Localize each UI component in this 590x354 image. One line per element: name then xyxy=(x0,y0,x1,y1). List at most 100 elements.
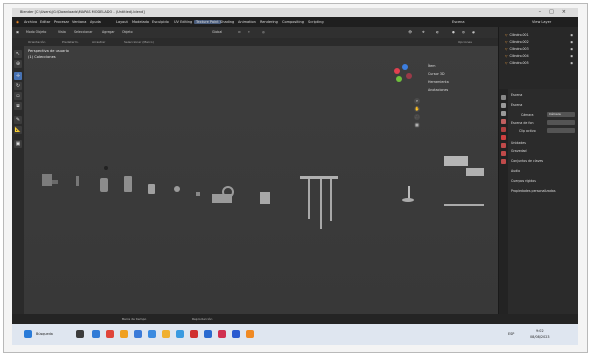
eye-icon[interactable]: ◉ xyxy=(570,61,573,65)
shading-material-icon[interactable]: ◍ xyxy=(462,30,465,34)
scene-tab-icon[interactable] xyxy=(501,119,506,124)
annotate-tool-icon[interactable]: ✎ xyxy=(14,116,22,124)
small-item-object[interactable] xyxy=(196,192,200,196)
menu-objeto[interactable]: Objeto xyxy=(122,30,133,34)
proportional-edit-icon[interactable]: ◎ xyxy=(262,30,265,34)
lens-object[interactable] xyxy=(222,186,234,198)
default-label[interactable]: Predeterm. xyxy=(62,40,79,44)
render-tab-icon[interactable] xyxy=(501,103,506,108)
editor-type-icon[interactable]: ▣ xyxy=(16,30,19,34)
outliner-row[interactable]: ▽ Cilindro.001 ◉ xyxy=(505,33,575,39)
tool-tab-icon[interactable] xyxy=(501,95,506,100)
small-part-object[interactable] xyxy=(52,180,58,184)
taskbar-search[interactable]: Búsqueda xyxy=(36,332,53,336)
store-icon[interactable] xyxy=(148,330,156,338)
constraints-tab-icon[interactable] xyxy=(501,151,506,156)
outliner-row[interactable]: ▽ Cilindro.003 ◉ xyxy=(505,47,575,53)
folder-icon[interactable] xyxy=(162,330,170,338)
cursor-tool-icon[interactable]: ⊕ xyxy=(14,60,22,68)
zoom-icon[interactable]: ⌕ xyxy=(414,98,420,104)
eye-icon[interactable]: ◉ xyxy=(570,54,573,58)
section-audio[interactable]: Audio xyxy=(511,169,520,173)
eye-icon[interactable]: ◉ xyxy=(570,47,573,51)
overlay-toggle-icon[interactable]: ◐ xyxy=(436,30,439,34)
transform-orientation[interactable]: Global xyxy=(212,30,222,34)
active-clip-field[interactable] xyxy=(547,128,575,133)
word-icon[interactable] xyxy=(204,330,212,338)
3d-viewport[interactable]: Perspectiva de usuario (1) Colecciones ⌕… xyxy=(24,46,498,314)
tray-time[interactable]: 9:02 xyxy=(536,329,544,333)
outliner-row[interactable]: ▽ Cilindro.004 ◉ xyxy=(505,54,575,60)
office-icon[interactable] xyxy=(190,330,198,338)
box-object[interactable] xyxy=(42,174,52,186)
transform-tool-icon[interactable]: ⧈ xyxy=(14,102,22,110)
rotate-tool-icon[interactable]: ↻ xyxy=(14,82,22,90)
gizmo-z-axis-icon[interactable] xyxy=(402,64,408,70)
window-controls[interactable]: –□× xyxy=(539,9,574,15)
menu-agregar[interactable]: Agregar xyxy=(102,30,115,34)
menu-seleccionar[interactable]: Seleccionar xyxy=(74,30,92,34)
teams-icon[interactable] xyxy=(232,330,240,338)
tab-scripting[interactable]: Scripting xyxy=(308,20,324,24)
tab-animation[interactable]: Animation xyxy=(238,20,256,24)
shading-solid-icon[interactable]: ● xyxy=(452,30,455,34)
section-keying-sets[interactable]: Conjuntos de claves xyxy=(511,159,543,163)
blender-taskbar-icon[interactable] xyxy=(246,330,254,338)
move-tool-icon[interactable]: ✛ xyxy=(14,72,22,80)
select-box-label[interactable]: Seleccionar (Marco) xyxy=(124,40,154,44)
add-cube-tool-icon[interactable]: ▣ xyxy=(14,140,22,148)
npanel-tab-item[interactable]: Ítem xyxy=(428,64,436,68)
chrome-icon[interactable] xyxy=(120,330,128,338)
gizmo-neg-x-icon[interactable] xyxy=(406,73,412,79)
section-rigid-body[interactable]: Cuerpos rígidos xyxy=(511,179,536,183)
output-tab-icon[interactable] xyxy=(501,111,506,116)
shading-render-icon[interactable]: ◕ xyxy=(472,30,475,34)
orientation-label[interactable]: Orientación xyxy=(28,40,45,44)
blender-logo-icon[interactable]: ◉ xyxy=(16,20,19,24)
bottle-object[interactable] xyxy=(124,176,132,192)
menu-ventana[interactable]: Ventana xyxy=(72,20,86,24)
mug-object[interactable] xyxy=(174,186,180,192)
tab-modelado[interactable]: Modelado xyxy=(132,20,149,24)
camera-view-icon[interactable]: 🎥 xyxy=(414,114,420,120)
tab-uv-editing[interactable]: UV Editing xyxy=(174,20,192,24)
app-red-icon[interactable] xyxy=(106,330,114,338)
lamp-base-object[interactable] xyxy=(402,198,414,202)
timeline-label[interactable]: Barra de tiempo xyxy=(122,317,146,321)
menu-procesar[interactable]: Procesar xyxy=(54,20,69,24)
outliner-row[interactable]: ▽ Cilindro.002 ◉ xyxy=(505,40,575,46)
physics-tab-icon[interactable] xyxy=(501,143,506,148)
background-scene-field[interactable] xyxy=(547,120,575,125)
sign-object[interactable] xyxy=(466,168,484,176)
gizmo-y-axis-icon[interactable] xyxy=(396,76,402,82)
section-units[interactable]: Unidades xyxy=(511,141,526,145)
tab-rendering[interactable]: Rendering xyxy=(260,20,278,24)
cube-object[interactable] xyxy=(260,192,270,204)
scene-selector[interactable]: Escena xyxy=(452,20,464,24)
menu-vista[interactable]: Vista xyxy=(58,30,66,34)
gizmo-x-axis-icon[interactable] xyxy=(394,68,400,74)
eye-icon[interactable]: ◉ xyxy=(570,40,573,44)
pan-hand-icon[interactable]: ✋ xyxy=(414,106,420,112)
snap-icon[interactable]: ⌖ xyxy=(248,30,250,34)
pestle-object[interactable] xyxy=(76,176,79,186)
plank-object[interactable] xyxy=(444,204,484,206)
view-layer-selector[interactable]: View Layer xyxy=(532,20,551,24)
select-tool-icon[interactable]: ↖ xyxy=(14,50,22,58)
media-icon[interactable] xyxy=(218,330,226,338)
cup-object[interactable] xyxy=(148,184,155,194)
table-leg-1[interactable] xyxy=(308,179,310,219)
section-scene[interactable]: Escena xyxy=(511,103,522,107)
options-menu[interactable]: Opciones xyxy=(458,40,472,44)
table-leg-2[interactable] xyxy=(320,179,322,229)
pivot-icon[interactable]: ⊙ xyxy=(238,30,241,34)
edge-icon[interactable] xyxy=(134,330,142,338)
data-tab-icon[interactable] xyxy=(501,159,506,164)
tab-compositing[interactable]: Compositing xyxy=(282,20,304,24)
npanel-tab-cursor[interactable]: Cursor 3D xyxy=(428,72,445,76)
dark-sphere-object[interactable] xyxy=(104,166,108,170)
mode-select[interactable]: Modo Objeto xyxy=(26,30,46,34)
tray-date[interactable]: 08/08/2023 xyxy=(530,335,550,339)
eye-icon[interactable]: ◉ xyxy=(570,33,573,37)
drag-label[interactable]: Arrastrar xyxy=(92,40,105,44)
